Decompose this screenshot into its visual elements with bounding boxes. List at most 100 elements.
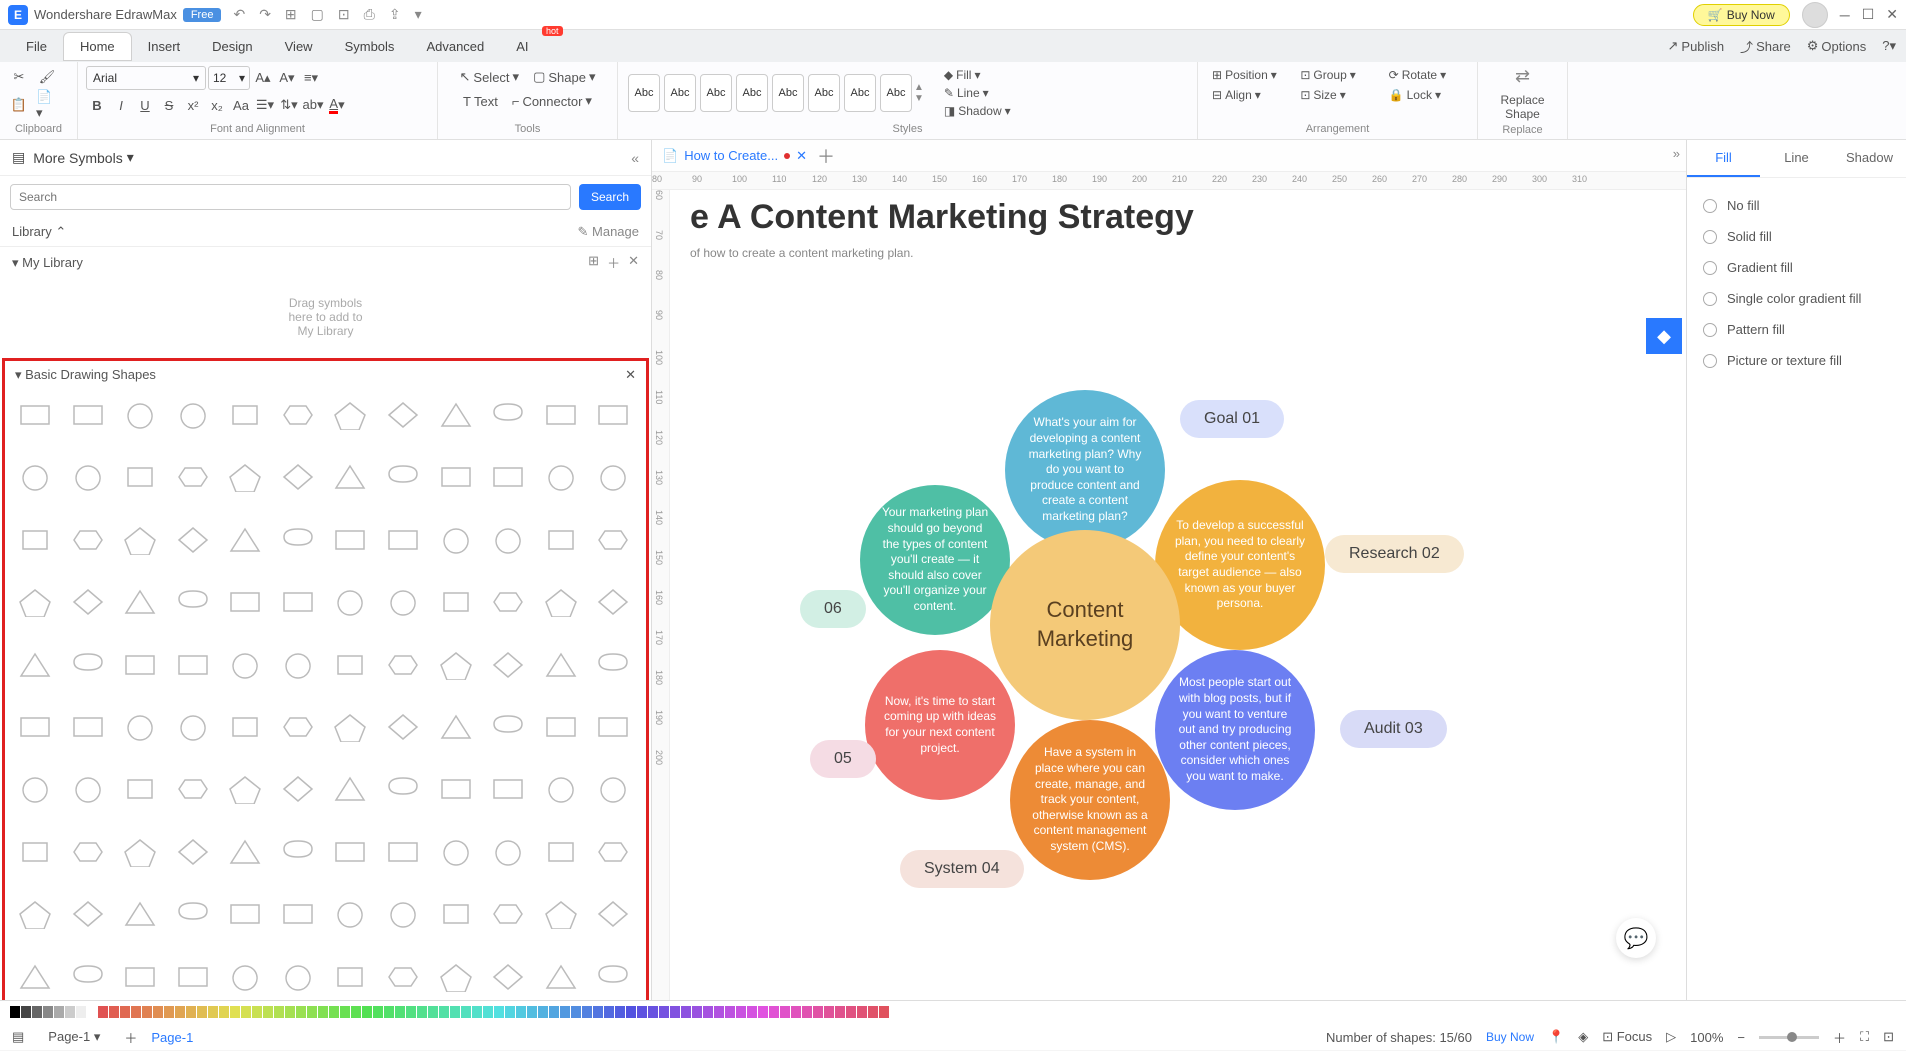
shape-item[interactable] (591, 709, 635, 745)
shape-item[interactable] (486, 771, 530, 807)
color-swatch[interactable] (318, 1006, 328, 1018)
shape-item[interactable] (434, 771, 478, 807)
shape-item[interactable] (66, 834, 110, 870)
color-swatch[interactable] (164, 1006, 174, 1018)
shape-item[interactable] (486, 959, 530, 995)
color-swatch[interactable] (791, 1006, 801, 1018)
canvas[interactable]: e A Content Marketing Strategy of how to… (670, 190, 1686, 1028)
tag-05[interactable]: 05 (810, 740, 876, 778)
shape-item[interactable] (118, 584, 162, 620)
shape-item[interactable] (486, 834, 530, 870)
shape-item[interactable] (486, 647, 530, 683)
shape-item[interactable] (118, 896, 162, 932)
shape-item[interactable] (539, 834, 583, 870)
color-swatch[interactable] (120, 1006, 130, 1018)
shape-item[interactable] (381, 896, 425, 932)
shapes-header[interactable]: ▾ Basic Drawing Shapes (15, 367, 156, 383)
color-swatch[interactable] (648, 1006, 658, 1018)
color-swatch[interactable] (516, 1006, 526, 1018)
color-swatch[interactable] (626, 1006, 636, 1018)
shape-item[interactable] (328, 522, 372, 558)
shape-item[interactable] (276, 709, 320, 745)
shape-item[interactable] (276, 522, 320, 558)
rtab-shadow[interactable]: Shadow (1833, 140, 1906, 177)
shape-item[interactable] (118, 834, 162, 870)
color-swatch[interactable] (98, 1006, 108, 1018)
menu-home[interactable]: Home (63, 32, 132, 61)
shape-item[interactable] (171, 709, 215, 745)
shape-item[interactable] (66, 397, 110, 433)
zoom-value[interactable]: 100% (1690, 1030, 1723, 1045)
shape-item[interactable] (171, 771, 215, 807)
color-swatch[interactable] (681, 1006, 691, 1018)
shape-item[interactable] (539, 522, 583, 558)
color-swatch[interactable] (769, 1006, 779, 1018)
shape-item[interactable] (434, 522, 478, 558)
pages-icon[interactable]: ▤ (12, 1029, 24, 1045)
shape-item[interactable] (539, 896, 583, 932)
shape-item[interactable] (118, 397, 162, 433)
document-tab[interactable]: 📄How to Create...✕ (662, 148, 807, 164)
shape-item[interactable] (539, 647, 583, 683)
text-tool[interactable]: T Text (457, 91, 504, 112)
color-swatch[interactable] (153, 1006, 163, 1018)
style-8[interactable]: Abc (880, 74, 912, 112)
replace-shape-icon[interactable]: ⇄ (1515, 66, 1530, 87)
color-swatch[interactable] (274, 1006, 284, 1018)
shape-item[interactable] (381, 584, 425, 620)
shape-item[interactable] (434, 959, 478, 995)
color-swatch[interactable] (604, 1006, 614, 1018)
bubble-center[interactable]: Content Marketing (990, 530, 1180, 720)
fill-picture[interactable]: Picture or texture fill (1703, 345, 1890, 376)
shape-item[interactable] (13, 397, 57, 433)
undo-icon[interactable]: ↶ (233, 6, 245, 23)
shape-item[interactable] (171, 959, 215, 995)
lock-button[interactable]: 🔒 Lock▾ (1383, 86, 1469, 104)
shape-item[interactable] (434, 647, 478, 683)
shape-item[interactable] (486, 709, 530, 745)
shape-item[interactable] (171, 834, 215, 870)
color-swatch[interactable] (219, 1006, 229, 1018)
shape-item[interactable] (66, 896, 110, 932)
shape-item[interactable] (328, 834, 372, 870)
font-size-select[interactable]: 12▾ (208, 66, 250, 90)
shape-item[interactable] (223, 834, 267, 870)
shape-item[interactable] (118, 771, 162, 807)
shape-item[interactable] (66, 709, 110, 745)
line-button[interactable]: ✎ Line▾ (938, 84, 1017, 102)
color-picker-bar[interactable] (0, 1001, 1906, 1023)
subscript-icon[interactable]: x₂ (206, 94, 228, 116)
tag-06[interactable]: 06 (800, 590, 866, 628)
color-swatch[interactable] (835, 1006, 845, 1018)
shape-item[interactable] (276, 459, 320, 495)
fill-solid[interactable]: Solid fill (1703, 221, 1890, 252)
color-swatch[interactable] (505, 1006, 515, 1018)
shape-item[interactable] (276, 834, 320, 870)
dropzone[interactable]: Drag symbols here to add to My Library (0, 278, 651, 356)
shape-item[interactable] (223, 459, 267, 495)
play-icon[interactable]: ▷ (1666, 1029, 1676, 1045)
shape-item[interactable] (591, 959, 635, 995)
color-swatch[interactable] (76, 1006, 86, 1018)
shape-item[interactable] (276, 771, 320, 807)
shape-item[interactable] (66, 771, 110, 807)
bubble-plan[interactable]: Your marketing plan should go beyond the… (860, 485, 1010, 635)
rotate-button[interactable]: ⟳ Rotate▾ (1383, 66, 1469, 84)
shape-item[interactable] (223, 709, 267, 745)
color-swatch[interactable] (659, 1006, 669, 1018)
more-symbols-header[interactable]: ▤More Symbols▾« (0, 140, 651, 176)
fill-single-gradient[interactable]: Single color gradient fill (1703, 283, 1890, 314)
color-swatch[interactable] (747, 1006, 757, 1018)
select-tool[interactable]: ↖ Select▾ (454, 66, 526, 88)
color-swatch[interactable] (868, 1006, 878, 1018)
shape-item[interactable] (591, 647, 635, 683)
style-7[interactable]: Abc (844, 74, 876, 112)
shape-item[interactable] (591, 896, 635, 932)
group-button[interactable]: ⊡ Group▾ (1294, 66, 1380, 84)
shape-item[interactable] (276, 397, 320, 433)
color-swatch[interactable] (637, 1006, 647, 1018)
increase-font-icon[interactable]: A▴ (252, 67, 274, 89)
align-button[interactable]: ⊟ Align▾ (1206, 86, 1292, 104)
color-swatch[interactable] (43, 1006, 53, 1018)
color-swatch[interactable] (351, 1006, 361, 1018)
